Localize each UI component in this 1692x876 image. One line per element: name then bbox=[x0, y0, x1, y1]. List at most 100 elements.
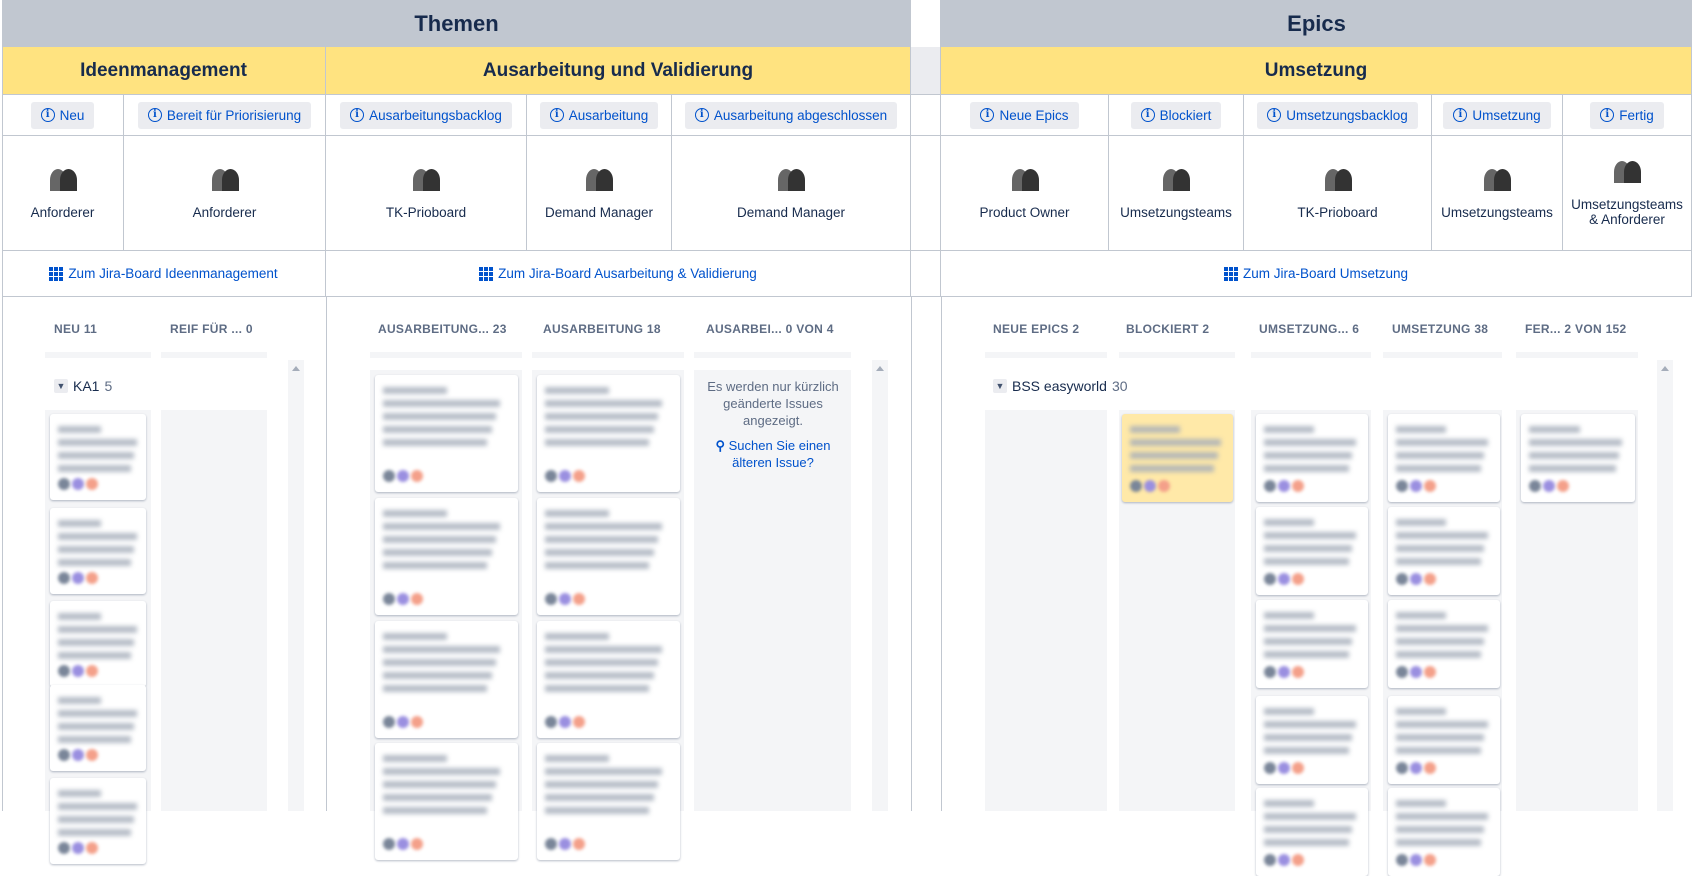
issue-card[interactable] bbox=[375, 621, 518, 738]
swimlane-name: BSS easyworld bbox=[1012, 378, 1107, 394]
jira-board-link-umsetzung[interactable]: Zum Jira-Board Umsetzung bbox=[1223, 266, 1408, 281]
scrollbar[interactable] bbox=[872, 360, 888, 811]
role-label: Demand Manager bbox=[544, 204, 654, 220]
issue-card[interactable] bbox=[375, 375, 518, 492]
avatar bbox=[1278, 480, 1290, 492]
avatar bbox=[1410, 762, 1422, 774]
button-label: Ausarbeitungsbacklog bbox=[369, 107, 502, 123]
status-info-button[interactable]: i Ausarbeitung bbox=[539, 101, 659, 129]
column-header-umsetzung: UMSETZUNG 38 bbox=[1392, 322, 1489, 336]
issue-card[interactable] bbox=[375, 743, 518, 860]
swimlane-count: 30 bbox=[1111, 378, 1128, 394]
info-icon: i bbox=[1453, 108, 1468, 122]
avatar bbox=[72, 749, 84, 761]
themen-header: Themen bbox=[2, 0, 911, 47]
divider bbox=[911, 297, 912, 811]
column-bar bbox=[694, 352, 851, 358]
avatar bbox=[559, 470, 571, 482]
swimlane-ka1[interactable]: ▼ KA1 5 bbox=[54, 378, 112, 394]
priority-icon bbox=[573, 593, 585, 605]
chevron-down-icon[interactable]: ▼ bbox=[993, 379, 1007, 393]
scrollbar[interactable] bbox=[1657, 360, 1673, 811]
role-label: Umsetzungsteams bbox=[1441, 204, 1553, 220]
status-info-button[interactable]: i Ausarbeitungsbacklog bbox=[340, 101, 512, 129]
scrollbar[interactable] bbox=[288, 360, 304, 811]
issue-card[interactable] bbox=[1388, 414, 1500, 502]
avatar bbox=[72, 665, 84, 677]
board-link-cell: Zum Jira-Board Ideenmanagement bbox=[2, 251, 326, 297]
status-info-button[interactable]: i Umsetzungsbacklog bbox=[1257, 101, 1418, 129]
avatar bbox=[559, 716, 571, 728]
column-header-ausarbeitungsbacklog: AUSARBEITUNG... 23 bbox=[378, 322, 507, 336]
column-header-umsetzungsbacklog: UMSETZUNG... 6 bbox=[1259, 322, 1360, 336]
avatar bbox=[1278, 666, 1290, 678]
issue-card[interactable] bbox=[1256, 788, 1368, 876]
avatar bbox=[545, 838, 557, 850]
status-info-button[interactable]: i Neue Epics bbox=[970, 101, 1079, 129]
jira-board-link-ausarbeitung[interactable]: Zum Jira-Board Ausarbeitung & Validierun… bbox=[479, 266, 757, 281]
issue-card[interactable] bbox=[537, 743, 680, 860]
swimlane-bss-easyworld[interactable]: ▼ BSS easyworld 30 bbox=[993, 378, 1128, 394]
issue-card[interactable] bbox=[1256, 696, 1368, 784]
divider bbox=[326, 297, 327, 811]
status-info-button[interactable]: i Fertig bbox=[1590, 101, 1664, 129]
issue-card[interactable] bbox=[1521, 414, 1635, 502]
issue-card[interactable] bbox=[1388, 696, 1500, 784]
column-header-neue-epics: NEUE EPICS 2 bbox=[993, 322, 1080, 336]
issue-card[interactable] bbox=[50, 414, 146, 500]
role-cell: Product Owner bbox=[941, 136, 1109, 251]
issue-card[interactable] bbox=[1256, 507, 1368, 595]
issue-card[interactable] bbox=[375, 498, 518, 615]
status-cell: i Fertig bbox=[1563, 95, 1692, 136]
phase-ideenmanagement: Ideenmanagement bbox=[2, 47, 326, 95]
info-icon: i bbox=[1140, 108, 1155, 122]
column-body bbox=[985, 410, 1107, 811]
role-cell: TK-Prioboard bbox=[1244, 136, 1432, 251]
issue-card[interactable] bbox=[1388, 788, 1500, 876]
avatar bbox=[1396, 762, 1408, 774]
column-bar bbox=[370, 352, 522, 358]
priority-icon bbox=[573, 716, 585, 728]
avatar bbox=[58, 572, 70, 584]
status-info-button[interactable]: i Umsetzung bbox=[1443, 101, 1551, 129]
divider bbox=[941, 297, 942, 811]
avatar bbox=[383, 838, 395, 850]
status-cell: i Blockiert bbox=[1109, 95, 1244, 136]
issue-card[interactable] bbox=[1122, 414, 1233, 502]
issue-card[interactable] bbox=[537, 375, 680, 492]
status-info-button[interactable]: i Neu bbox=[30, 101, 95, 129]
priority-icon bbox=[1424, 480, 1436, 492]
status-cell: i Ausarbeitung bbox=[527, 95, 672, 136]
status-info-button[interactable]: i Blockiert bbox=[1130, 101, 1222, 129]
avatar bbox=[1410, 573, 1422, 585]
issue-card[interactable] bbox=[50, 601, 146, 687]
issue-card[interactable] bbox=[50, 685, 146, 771]
issue-card[interactable] bbox=[1256, 414, 1368, 502]
search-older-issue-link[interactable]: ⚲ Suchen Sie einen älteren Issue? bbox=[700, 437, 846, 471]
issue-card[interactable] bbox=[1388, 507, 1500, 595]
priority-icon bbox=[1424, 666, 1436, 678]
spacer bbox=[911, 251, 941, 297]
avatar bbox=[397, 470, 409, 482]
chevron-down-icon[interactable]: ▼ bbox=[54, 379, 68, 393]
people-icon bbox=[1612, 159, 1642, 183]
role-label: TK-Prioboard bbox=[385, 204, 467, 220]
jira-board-link-ideen[interactable]: Zum Jira-Board Ideenmanagement bbox=[49, 266, 278, 281]
status-info-button[interactable]: i Bereit für Priorisierung bbox=[137, 101, 312, 129]
priority-icon bbox=[86, 665, 98, 677]
status-info-button[interactable]: i Ausarbeitung abgeschlossen bbox=[684, 101, 898, 129]
issue-card[interactable] bbox=[1388, 600, 1500, 688]
avatar bbox=[545, 593, 557, 605]
priority-icon bbox=[86, 572, 98, 584]
avatar bbox=[1264, 762, 1276, 774]
column-bar bbox=[985, 352, 1107, 358]
issue-card[interactable] bbox=[1256, 600, 1368, 688]
issue-card[interactable] bbox=[50, 778, 146, 864]
grid-icon bbox=[49, 266, 64, 281]
issue-card[interactable] bbox=[537, 498, 680, 615]
status-cell: i Ausarbeitung abgeschlossen bbox=[672, 95, 911, 136]
status-cell: i Ausarbeitungsbacklog bbox=[326, 95, 527, 136]
priority-icon bbox=[1158, 480, 1170, 492]
issue-card[interactable] bbox=[50, 508, 146, 594]
issue-card[interactable] bbox=[537, 621, 680, 738]
